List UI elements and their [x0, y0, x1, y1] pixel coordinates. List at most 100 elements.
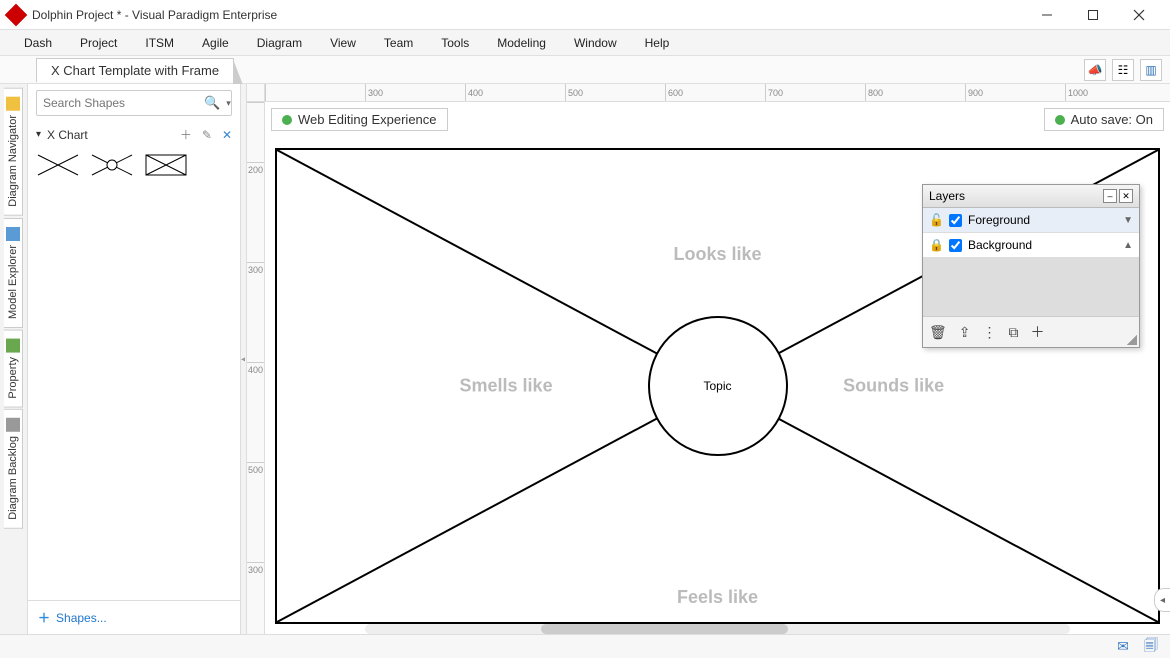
ruler-tick: 500: [565, 84, 665, 101]
property-icon: [6, 339, 20, 353]
ruler-vtick: 300: [247, 262, 264, 362]
label-sounds-like[interactable]: Sounds like: [843, 376, 944, 397]
ruler-tick: 900: [965, 84, 1065, 101]
ruler-tick: [265, 84, 365, 101]
titlebar: Dolphin Project * - Visual Paradigm Ente…: [0, 0, 1170, 30]
window-title: Dolphin Project * - Visual Paradigm Ente…: [32, 8, 1024, 22]
flyout-toggle-button[interactable]: ◂: [1154, 588, 1170, 612]
diagram-tab[interactable]: X Chart Template with Frame: [36, 58, 234, 82]
add-palette-icon[interactable]: ＋: [180, 126, 192, 143]
palette-body: [28, 147, 240, 183]
scroll-thumb[interactable]: [541, 624, 788, 634]
lock-icon[interactable]: 🔒: [929, 238, 943, 252]
ruler-horizontal: 300 400 500 600 700 800 900 1000: [265, 84, 1170, 102]
layers-minimize-icon[interactable]: –: [1103, 189, 1117, 203]
model-icon: [6, 227, 20, 241]
layers-panel-title[interactable]: Layers – ✕: [923, 185, 1139, 208]
announce-icon[interactable]: 📣: [1084, 59, 1106, 81]
label-looks-like[interactable]: Looks like: [673, 244, 761, 265]
sidebar-tab-property[interactable]: Property: [4, 330, 23, 408]
shapes-link-label: Shapes...: [56, 611, 107, 625]
menu-view[interactable]: View: [316, 32, 370, 54]
status-web-editing[interactable]: Web Editing Experience: [271, 108, 448, 131]
horizontal-scrollbar[interactable]: [365, 624, 1070, 634]
status-auto-save[interactable]: Auto save: On: [1044, 108, 1164, 131]
menu-project[interactable]: Project: [66, 32, 131, 54]
delete-layer-icon[interactable]: 🗑: [929, 324, 947, 341]
canvas-area: 300 400 500 600 700 800 900 1000 200 300…: [247, 84, 1170, 634]
close-button[interactable]: [1116, 0, 1162, 30]
minimize-button[interactable]: [1024, 0, 1070, 30]
sidebar-tab-backlog[interactable]: Diagram Backlog: [4, 409, 23, 529]
maximize-button[interactable]: [1070, 0, 1116, 30]
notes-icon[interactable]: 🗐: [1142, 638, 1160, 656]
plus-icon: ＋: [38, 609, 50, 626]
status-left-text: Web Editing Experience: [298, 112, 437, 127]
collapse-icon[interactable]: ▾: [36, 129, 41, 140]
backlog-icon: [6, 418, 20, 432]
resize-grip-icon[interactable]: [1127, 335, 1137, 345]
triangle-up-icon[interactable]: ▲: [1123, 240, 1133, 251]
palette-name: X Chart: [47, 128, 170, 142]
palette-header[interactable]: ▾ X Chart ＋ ✎ ✕: [28, 122, 240, 147]
menu-help[interactable]: Help: [631, 32, 684, 54]
panels-icon[interactable]: ▥: [1140, 59, 1162, 81]
xchart-shape-2[interactable]: [90, 153, 134, 177]
sidebar-tab-model-explorer[interactable]: Model Explorer: [4, 218, 23, 328]
close-palette-icon[interactable]: ✕: [222, 128, 232, 142]
search-icon[interactable]: 🔍: [204, 95, 220, 111]
ruler-vtick: 200: [247, 162, 264, 262]
menu-dash[interactable]: Dash: [10, 32, 66, 54]
ruler-tick: 300: [365, 84, 465, 101]
menu-team[interactable]: Team: [370, 32, 427, 54]
menubar: Dash Project ITSM Agile Diagram View Tea…: [0, 30, 1170, 56]
navigator-icon: [6, 97, 20, 111]
ruler-vertical: 200 300 400 500 300: [247, 102, 265, 634]
layers-panel[interactable]: Layers – ✕ 🔓 Foreground ▼ 🔒 Background ▲: [922, 184, 1140, 348]
export-layer-icon[interactable]: ⇪: [959, 324, 971, 341]
tab-label: Diagram Backlog: [7, 436, 19, 520]
unlock-icon[interactable]: 🔓: [929, 213, 943, 227]
mail-icon[interactable]: ✉: [1114, 638, 1132, 656]
search-shapes-input[interactable]: [43, 96, 198, 110]
topic-circle[interactable]: Topic: [648, 316, 788, 456]
add-layer-icon[interactable]: ＋: [1031, 322, 1045, 342]
label-smells-like[interactable]: Smells like: [460, 376, 553, 397]
sidebar-tab-navigator[interactable]: Diagram Navigator: [4, 88, 23, 216]
topic-label: Topic: [703, 379, 731, 393]
label-feels-like[interactable]: Feels like: [677, 587, 758, 608]
search-shapes-box[interactable]: 🔍 ▾: [36, 90, 232, 116]
layers-close-icon[interactable]: ✕: [1119, 189, 1133, 203]
more-icon[interactable]: ⋮: [983, 324, 997, 341]
layer-row-background[interactable]: 🔒 Background ▲: [923, 233, 1139, 258]
duplicate-layer-icon[interactable]: ⧉: [1009, 324, 1019, 341]
triangle-down-icon[interactable]: ▼: [1123, 215, 1133, 226]
layer-visible-checkbox[interactable]: [949, 239, 962, 252]
vertical-tab-rail: Diagram Navigator Model Explorer Propert…: [0, 84, 28, 634]
ruler-tick: 600: [665, 84, 765, 101]
search-dropdown-icon[interactable]: ▾: [226, 98, 231, 109]
edit-palette-icon[interactable]: ✎: [202, 128, 212, 142]
ruler-corner: [247, 84, 265, 102]
xchart-shape-3[interactable]: [144, 153, 188, 177]
layout-icon[interactable]: ☷: [1112, 59, 1134, 81]
menu-diagram[interactable]: Diagram: [243, 32, 316, 54]
ruler-tick: 400: [465, 84, 565, 101]
menu-modeling[interactable]: Modeling: [483, 32, 560, 54]
menu-itsm[interactable]: ITSM: [131, 32, 188, 54]
shapes-footer-link[interactable]: ＋ Shapes...: [28, 600, 240, 634]
status-right-text: Auto save: On: [1071, 112, 1153, 127]
xchart-shape-1[interactable]: [36, 153, 80, 177]
ruler-tick: 1000: [1065, 84, 1165, 101]
menu-window[interactable]: Window: [560, 32, 631, 54]
diagram-viewport[interactable]: Web Editing Experience Auto save: On Loo…: [265, 102, 1170, 634]
layer-name: Foreground: [968, 213, 1030, 227]
layer-row-foreground[interactable]: 🔓 Foreground ▼: [923, 208, 1139, 233]
layer-visible-checkbox[interactable]: [949, 214, 962, 227]
tabstrip: X Chart Template with Frame 📣 ☷ ▥: [0, 56, 1170, 84]
ruler-tick: 700: [765, 84, 865, 101]
layers-title-text: Layers: [929, 189, 1101, 203]
menu-agile[interactable]: Agile: [188, 32, 243, 54]
status-dot-icon: [1055, 115, 1065, 125]
menu-tools[interactable]: Tools: [427, 32, 483, 54]
